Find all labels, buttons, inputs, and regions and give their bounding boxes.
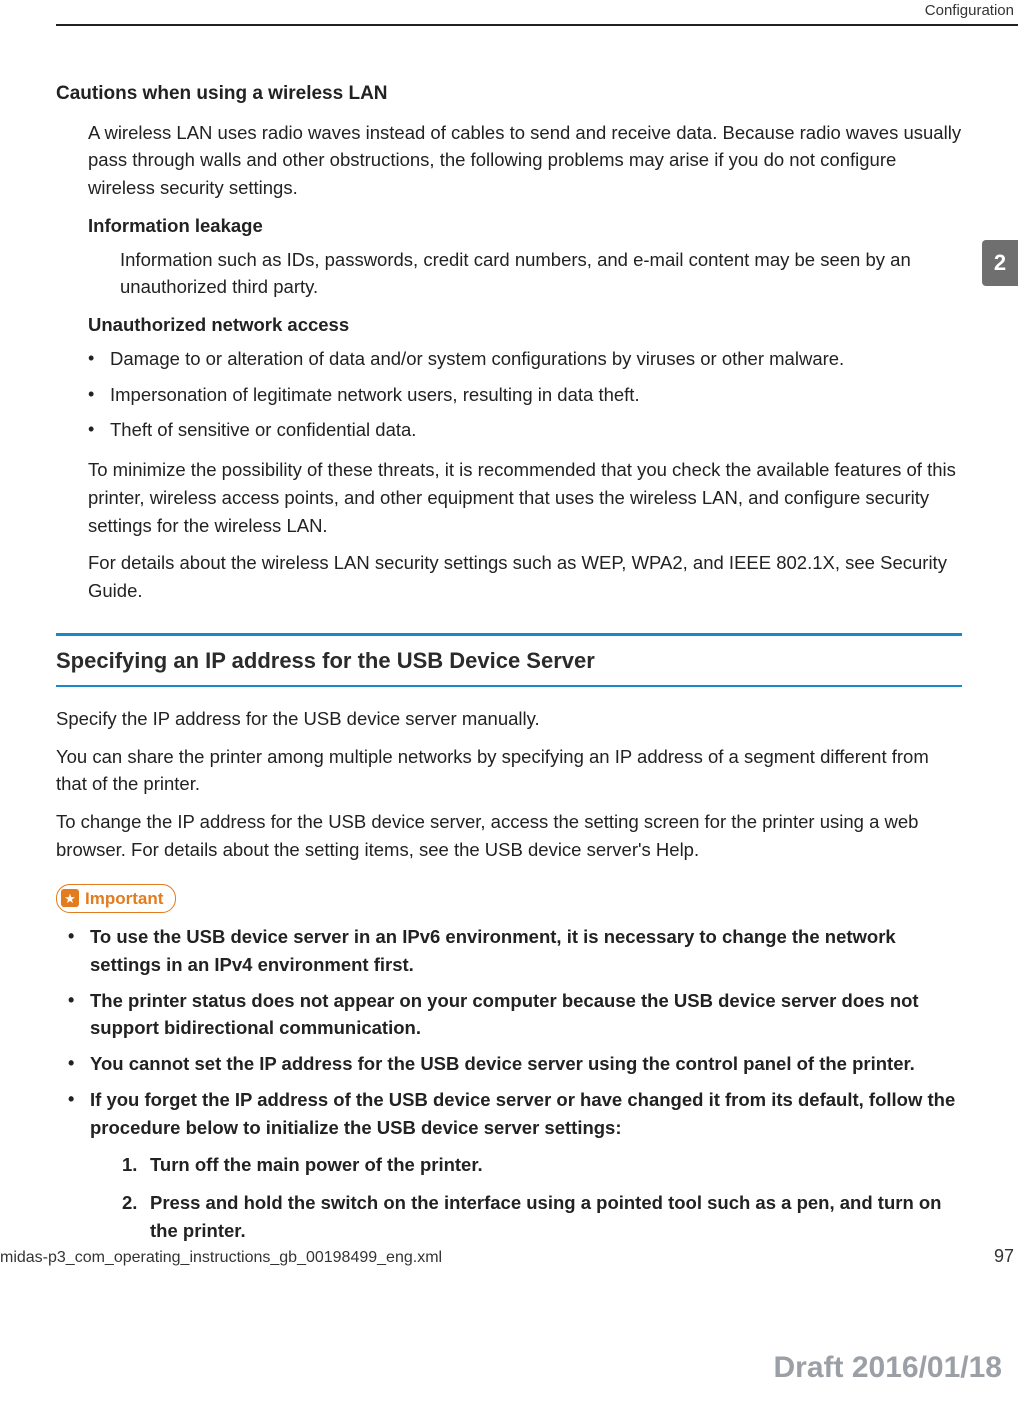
cautions-intro: A wireless LAN uses radio waves instead … bbox=[88, 119, 962, 202]
cautions-heading: Cautions when using a wireless LAN bbox=[56, 80, 962, 109]
list-item: You cannot set the IP address for the US… bbox=[68, 1050, 962, 1078]
step-number: 2. bbox=[122, 1189, 137, 1217]
important-badge: ★ Important bbox=[56, 884, 176, 914]
chapter-tab: 2 bbox=[982, 240, 1018, 286]
step-number: 1. bbox=[122, 1151, 137, 1179]
step-item: 1. Turn off the main power of the printer… bbox=[122, 1151, 962, 1179]
footer-page-number: 97 bbox=[994, 1246, 1014, 1267]
important-list: To use the USB device server in an IPv6 … bbox=[68, 923, 962, 1245]
minimize-para: To minimize the possibility of these thr… bbox=[88, 456, 962, 539]
list-item: The printer status does not appear on yo… bbox=[68, 987, 962, 1043]
step-item: 2. Press and hold the switch on the inter… bbox=[122, 1189, 962, 1245]
details-para: For details about the wireless LAN secur… bbox=[88, 549, 962, 605]
step-text: Turn off the main power of the printer. bbox=[150, 1154, 483, 1175]
star-icon: ★ bbox=[61, 889, 79, 907]
footer-file: midas-p3_com_operating_instructions_gb_0… bbox=[0, 1249, 442, 1267]
list-item: To use the USB device server in an IPv6 … bbox=[68, 923, 962, 979]
section-rule-top bbox=[56, 633, 962, 636]
step-text: Press and hold the switch on the interfa… bbox=[150, 1192, 941, 1241]
section-p1: Specify the IP address for the USB devic… bbox=[56, 705, 962, 733]
info-leakage-heading: Information leakage bbox=[88, 212, 962, 240]
page: Configuration 2 Cautions when using a wi… bbox=[0, 0, 1018, 1421]
running-head: Configuration bbox=[925, 2, 1014, 19]
section-p2: You can share the printer among multiple… bbox=[56, 743, 962, 799]
content-area: Cautions when using a wireless LAN A wir… bbox=[56, 80, 962, 1255]
section-p3: To change the IP address for the USB dev… bbox=[56, 808, 962, 864]
list-item-text: If you forget the IP address of the USB … bbox=[90, 1089, 955, 1138]
unauth-list: Damage to or alteration of data and/or s… bbox=[88, 345, 962, 444]
important-label: Important bbox=[85, 886, 163, 912]
steps-list: 1. Turn off the main power of the printer… bbox=[122, 1151, 962, 1244]
unauth-access-heading: Unauthorized network access bbox=[88, 311, 962, 339]
section-title: Specifying an IP address for the USB Dev… bbox=[56, 642, 962, 679]
list-item: If you forget the IP address of the USB … bbox=[68, 1086, 962, 1245]
top-rule bbox=[56, 24, 1018, 26]
list-item: Damage to or alteration of data and/or s… bbox=[88, 345, 962, 373]
info-leakage-body: Information such as IDs, passwords, cred… bbox=[120, 246, 962, 302]
list-item: Impersonation of legitimate network user… bbox=[88, 381, 962, 409]
section-rule-bottom bbox=[56, 685, 962, 687]
draft-watermark: Draft 2016/01/18 bbox=[774, 1351, 1003, 1385]
list-item: Theft of sensitive or confidential data. bbox=[88, 416, 962, 444]
section-header: Specifying an IP address for the USB Dev… bbox=[56, 633, 962, 687]
